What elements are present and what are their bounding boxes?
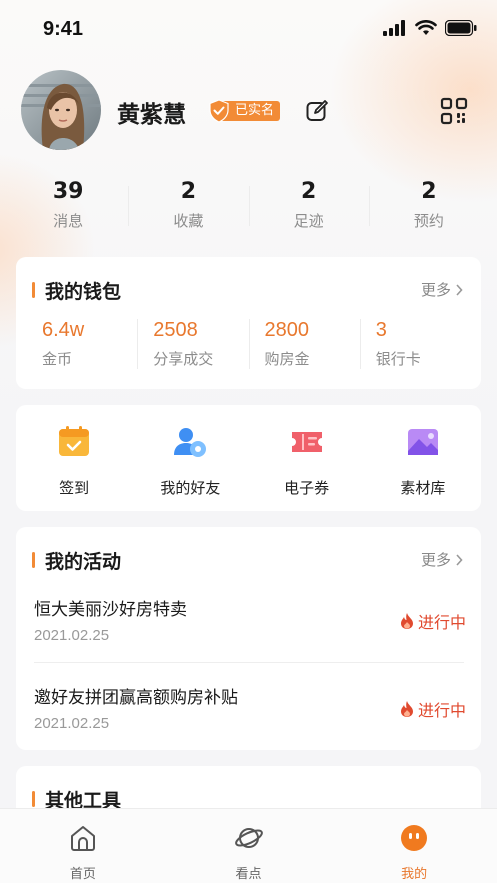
activities-more-link[interactable]: 更多 (421, 549, 463, 570)
wallet-value: 6.4w (42, 319, 85, 341)
stat-label: 消息 (53, 212, 84, 230)
wallet-value: 2508 (153, 319, 198, 341)
chevron-right-icon (456, 283, 463, 296)
tool-coupons[interactable]: 电子券 (249, 425, 365, 498)
chevron-right-icon (456, 553, 463, 566)
tab-mine[interactable]: 我的 (331, 809, 497, 883)
edit-icon[interactable] (305, 99, 329, 123)
tool-material-library[interactable]: 素材库 (365, 425, 481, 498)
profile-face-icon (401, 825, 428, 851)
home-icon (70, 826, 95, 851)
activities-card: 我的活动 更多 恒大美丽沙好房特卖 2021.02.25 进行中 邀好友拼团赢高… (16, 527, 481, 750)
tool-label: 电子券 (284, 479, 330, 497)
shield-check-icon (209, 99, 229, 123)
avatar[interactable] (21, 70, 101, 150)
stat-label: 预约 (413, 212, 444, 230)
activity-date: 2021.02.25 (34, 715, 110, 732)
wallet-card: 我的钱包 更多 6.4w 金币 2508 分享成交 2800 购房金 3 银行卡 (16, 257, 481, 389)
wallet-value: 2800 (264, 319, 310, 341)
tool-label: 我的好友 (160, 479, 221, 497)
stat-label: 收藏 (173, 212, 204, 230)
fire-icon (400, 701, 413, 717)
activity-item[interactable]: 恒大美丽沙好房特卖 2021.02.25 进行中 (34, 595, 466, 683)
stat-value: 2 (421, 179, 437, 204)
coupon-icon (291, 432, 322, 452)
battery-icon (445, 20, 477, 36)
user-name: 黄紫慧 (117, 102, 186, 128)
wallet-label: 购房金 (264, 350, 310, 368)
wallet-label: 金币 (42, 350, 73, 368)
tool-checkin[interactable]: 签到 (16, 425, 132, 498)
image-library-icon (407, 429, 438, 455)
activity-date: 2021.02.25 (34, 627, 110, 644)
status-time: 9:41 (43, 18, 84, 40)
status-label: 进行中 (417, 701, 466, 720)
stat-appointments[interactable]: 2 预约 (368, 178, 489, 238)
verified-badge: 已实名 (207, 99, 281, 123)
tab-label: 我的 (401, 867, 428, 882)
status-label: 进行中 (417, 613, 466, 632)
stat-value: 2 (180, 179, 197, 204)
signal-icon (383, 20, 405, 36)
planet-icon (234, 828, 263, 848)
friends-icon (174, 428, 207, 457)
tool-label: 签到 (59, 479, 90, 497)
activity-title: 恒大美丽沙好房特卖 (34, 600, 187, 620)
more-label: 更多 (420, 551, 451, 569)
stat-label: 足迹 (293, 212, 324, 230)
stat-favorites[interactable]: 2 收藏 (128, 178, 248, 238)
wallet-item-bank-cards[interactable]: 3 银行卡 (359, 317, 471, 377)
wallet-items: 6.4w 金币 2508 分享成交 2800 购房金 3 银行卡 (16, 317, 481, 377)
calendar-check-icon (59, 426, 90, 456)
status-icons (383, 20, 477, 36)
activity-status: 进行中 (400, 697, 466, 721)
tab-home[interactable]: 首页 (0, 809, 166, 883)
qr-code-icon[interactable] (440, 97, 468, 125)
activity-item[interactable]: 邀好友拼团赢高额购房补贴 2021.02.25 进行中 (34, 683, 466, 771)
tools-card: 签到 我的好友 电子券 素材库 (16, 405, 481, 511)
tab-bar: 首页 看点 我的 (0, 808, 497, 883)
activity-status: 进行中 (400, 609, 466, 633)
stat-footprints[interactable]: 2 足迹 (248, 178, 369, 238)
wallet-item-share-deals[interactable]: 2508 分享成交 (137, 317, 248, 377)
tab-label: 看点 (235, 867, 262, 882)
wallet-item-housing-fund[interactable]: 2800 购房金 (248, 317, 360, 377)
divider (34, 662, 464, 663)
tools-grid: 签到 我的好友 电子券 素材库 (16, 425, 481, 498)
stat-messages[interactable]: 39 消息 (8, 178, 128, 238)
tab-label: 首页 (69, 867, 96, 882)
tool-friends[interactable]: 我的好友 (132, 425, 248, 498)
activity-title: 邀好友拼团赢高额购房补贴 (34, 688, 238, 708)
more-label: 更多 (420, 281, 451, 299)
wallet-value: 3 (375, 319, 387, 341)
activities-title: 我的活动 (32, 547, 121, 574)
status-bar: 9:41 (0, 0, 497, 60)
tool-label: 素材库 (400, 479, 446, 497)
stats-row: 39 消息 2 收藏 2 足迹 2 预约 (8, 178, 489, 238)
tab-discover[interactable]: 看点 (166, 809, 332, 883)
wallet-item-coins[interactable]: 6.4w 金币 (42, 317, 137, 377)
wallet-more-link[interactable]: 更多 (421, 279, 463, 300)
wallet-label: 银行卡 (375, 350, 421, 368)
wallet-label: 分享成交 (153, 350, 214, 368)
stat-value: 39 (52, 179, 84, 204)
wallet-title: 我的钱包 (32, 277, 121, 304)
wifi-icon (415, 20, 437, 35)
fire-icon (400, 613, 413, 629)
profile-header: 黄紫慧 已实名 (0, 70, 497, 155)
stat-value: 2 (300, 179, 317, 204)
